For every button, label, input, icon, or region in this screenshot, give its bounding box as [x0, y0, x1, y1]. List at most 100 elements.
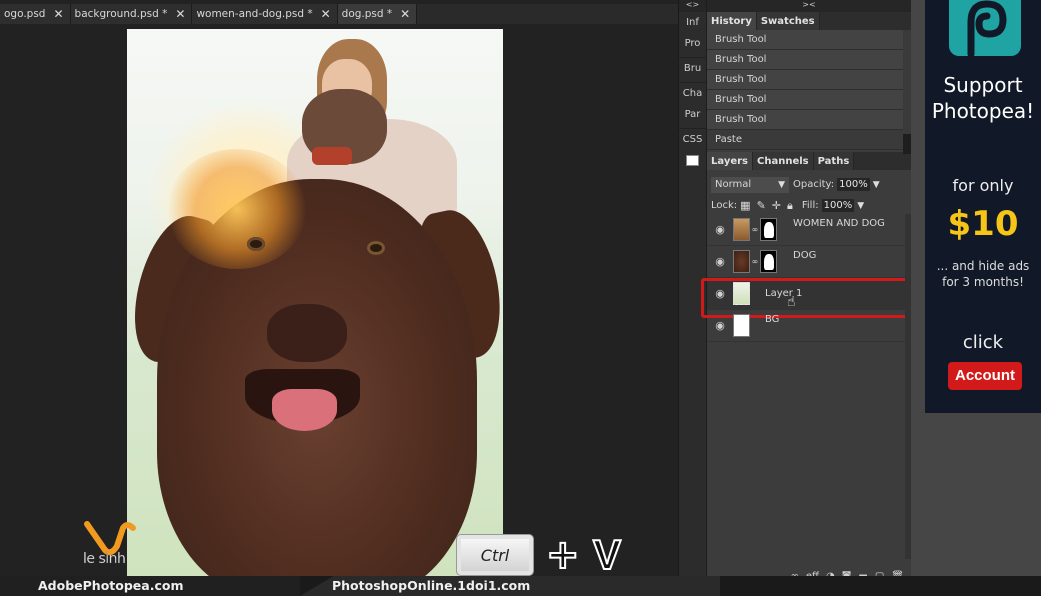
layer-row[interactable]: ◉ ∞ DOG [707, 246, 912, 278]
side-item-image[interactable] [679, 150, 706, 171]
lock-pixels-brush-icon[interactable]: ✎ [757, 199, 766, 212]
tab-channels[interactable]: Channels [753, 152, 814, 170]
layer-name: BG [765, 314, 780, 325]
close-icon[interactable]: ✕ [400, 7, 410, 21]
layers-list: ◉ ∞ WOMEN AND DOG ◉ ∞ DOG ◉ Layer 1 ☝ ◉ … [701, 214, 913, 560]
ad-description: ... and hide ads for 3 months! [925, 258, 1041, 290]
history-item[interactable]: Paste [707, 130, 903, 150]
side-item-character[interactable]: Cha [679, 83, 706, 104]
layer-row-selected[interactable]: ◉ Layer 1 ☝ [701, 278, 913, 318]
eye-icon[interactable]: ◉ [707, 319, 733, 332]
dog-collar [312, 147, 352, 165]
ad-price: $10 [947, 204, 1019, 244]
fill-dropdown-icon[interactable]: ▼ [857, 201, 864, 211]
tab-label: background.psd * [74, 8, 168, 20]
history-item[interactable]: Brush Tool [707, 30, 903, 50]
history-item[interactable]: Brush Tool [707, 50, 903, 70]
blend-mode-value: Normal [715, 179, 752, 190]
account-button[interactable]: Account [948, 362, 1022, 390]
fill-input[interactable]: 100% [821, 199, 855, 212]
opacity-input[interactable]: 100% [837, 178, 870, 191]
tab-logo[interactable]: ogo.psd ✕ [0, 4, 71, 24]
side-item-paragraph[interactable]: Par [679, 104, 706, 125]
tab-label: dog.psd * [341, 8, 393, 20]
close-icon[interactable]: ✕ [53, 7, 63, 21]
tab-swatches[interactable]: Swatches [756, 12, 820, 30]
tab-dog[interactable]: dog.psd * ✕ [337, 4, 418, 24]
canvas-workspace[interactable] [0, 24, 678, 584]
layer-controls: Normal ▼ Opacity: 100% ▼ Lock: ▦ ✎ ✛ 🔒︎ … [707, 170, 911, 216]
opacity-dropdown-icon[interactable]: ▼ [873, 180, 880, 190]
watermark-text: le sinh [83, 551, 126, 567]
layer-thumbnail [733, 218, 750, 241]
tab-label: women-and-dog.psd * [196, 8, 313, 20]
chain-link-icon[interactable]: ∞ [750, 257, 760, 266]
tab-background[interactable]: background.psd * ✕ [70, 4, 193, 24]
eye-icon[interactable]: ◉ [707, 223, 733, 236]
tab-paths[interactable]: Paths [813, 152, 855, 170]
layer-thumbnail [733, 314, 750, 337]
ad-title-line2: Photopea! [931, 99, 1035, 123]
footer-left-link[interactable]: AdobePhotopea.com [38, 578, 183, 593]
history-scrollbar[interactable] [903, 134, 911, 154]
document-canvas[interactable] [127, 29, 503, 584]
footer-right-link[interactable]: PhotoshopOnline.1doi1.com [332, 578, 530, 593]
layer-mask-thumbnail[interactable] [760, 250, 777, 273]
layer-mask-thumbnail[interactable] [760, 218, 777, 241]
support-ad: Support Photopea! for only $10 ... and h… [925, 0, 1041, 413]
panel-collapse-toggle[interactable]: >< [707, 0, 911, 12]
plus-sign: + [545, 532, 580, 578]
ad-click-label: click [962, 332, 1004, 353]
app-root: ogo.psd ✕ background.psd * ✕ women-and-d… [0, 0, 1041, 596]
blend-mode-select[interactable]: Normal ▼ [711, 176, 789, 193]
history-item[interactable]: Brush Tool [707, 70, 903, 90]
image-icon [686, 155, 699, 166]
side-item-properties[interactable]: Pro [679, 33, 706, 54]
close-icon[interactable]: ✕ [321, 7, 331, 21]
history-item[interactable]: Brush Tool [707, 110, 903, 130]
layer-row[interactable]: ◉ BG [707, 310, 912, 342]
dog-nose [267, 304, 347, 362]
history-list: Brush Tool Brush Tool Brush Tool Brush T… [707, 30, 911, 154]
ad-description-line1: ... and hide ads [936, 259, 1030, 273]
opacity-label: Opacity: [793, 179, 835, 190]
footer-banner: AdobePhotopea.com PhotoshopOnline.1doi1.… [0, 576, 1041, 596]
collapse-toggle[interactable]: <> [679, 0, 706, 12]
lock-position-move-icon[interactable]: ✛ [772, 199, 781, 212]
tab-history[interactable]: History [707, 12, 757, 30]
ad-description-line2: for 3 months! [942, 275, 1024, 289]
ad-title: Support Photopea! [925, 72, 1041, 124]
chevron-down-icon: ▼ [778, 179, 785, 190]
ctrl-keycap: Ctrl [456, 534, 534, 576]
dog-eye-right [367, 241, 385, 255]
close-icon[interactable]: ✕ [175, 7, 185, 21]
lock-label: Lock: [711, 200, 738, 211]
layer-thumbnail [733, 250, 750, 273]
side-item-brush[interactable]: Bru [679, 58, 706, 79]
layer-name: WOMEN AND DOG [793, 218, 885, 229]
photopea-logo-icon [949, 0, 1021, 58]
tab-women-and-dog[interactable]: women-and-dog.psd * ✕ [192, 4, 338, 24]
right-panel: >< History Swatches Brush Tool Brush Too… [701, 0, 913, 582]
ad-title-line1: Support [943, 73, 1023, 97]
ad-subtitle: for only [952, 176, 1014, 195]
tab-label: ogo.psd [4, 8, 46, 20]
layer-name: DOG [793, 250, 817, 261]
document-tabbar: ogo.psd ✕ background.psd * ✕ women-and-d… [0, 4, 678, 24]
history-tabs: History Swatches [707, 12, 911, 30]
layer-row[interactable]: ◉ ∞ WOMEN AND DOG [707, 214, 912, 246]
layers-tabs: Layers Channels Paths [707, 152, 911, 170]
lock-all-padlock-icon[interactable]: 🔒︎ [787, 199, 793, 213]
lock-transparency-icon[interactable]: ▦ [740, 199, 750, 212]
dog-tongue [272, 389, 337, 431]
fill-label: Fill: [801, 200, 819, 211]
side-item-info[interactable]: Inf [679, 12, 706, 33]
sun-glow [167, 149, 307, 269]
dog-eye-left [247, 237, 265, 251]
chain-link-icon[interactable]: ∞ [750, 225, 760, 234]
v-key: V [592, 531, 622, 579]
side-item-css[interactable]: CSS [679, 129, 706, 150]
history-item[interactable]: Brush Tool [707, 90, 903, 110]
eye-icon[interactable]: ◉ [707, 255, 733, 268]
tab-layers[interactable]: Layers [707, 152, 753, 170]
